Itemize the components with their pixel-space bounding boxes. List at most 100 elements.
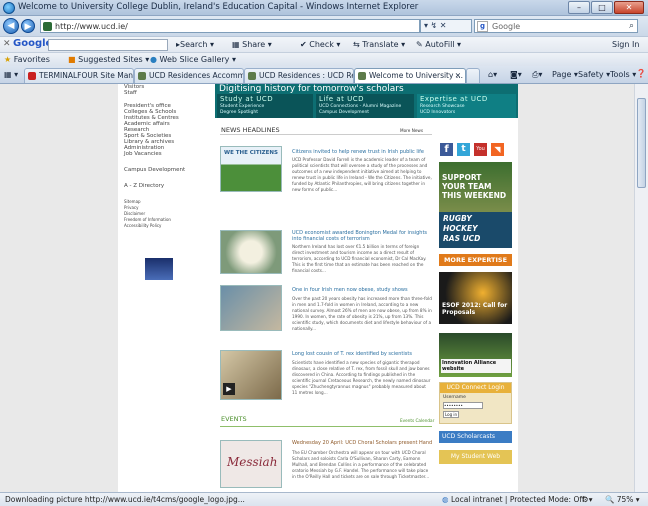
home-icon[interactable]: ⌂▾ bbox=[488, 70, 497, 79]
window-title: Welcome to University College Dublin, Ir… bbox=[18, 2, 419, 12]
crest-image[interactable] bbox=[145, 258, 173, 280]
favorites-button[interactable]: ★ Favorites bbox=[4, 55, 50, 64]
news-image-citizens[interactable]: WE THE CITIZENS bbox=[220, 146, 282, 192]
events-calendar-link[interactable]: Events Calendar bbox=[400, 418, 434, 423]
news-title-3[interactable]: One in four Irish men now obese, study s… bbox=[292, 287, 432, 293]
events-heading: EVENTS bbox=[221, 415, 247, 423]
event-image-messiah[interactable]: Messiah bbox=[220, 440, 282, 488]
maximize-button[interactable]: □ bbox=[591, 1, 613, 14]
news-image-trex[interactable]: ▶ bbox=[220, 350, 282, 400]
protected-mode-icon[interactable]: ⚙▾ bbox=[582, 495, 593, 504]
news-body-4: Scientists have identified a new species… bbox=[292, 360, 431, 395]
more-expertise-button[interactable]: MORE EXPERTISE bbox=[439, 254, 512, 266]
news-title-2[interactable]: UCD economist awarded Bonington Medal fo… bbox=[292, 230, 432, 242]
status-bar: Downloading picture http://www.ucd.ie/t4… bbox=[0, 492, 648, 506]
tab-welcome-ucd[interactable]: Welcome to University ... ✕ bbox=[354, 68, 466, 83]
rss-icon[interactable]: ◥ bbox=[491, 143, 504, 156]
event-title[interactable]: Wednesday 20 April: UCD Choral Scholars … bbox=[292, 440, 432, 446]
degree-spotlight-link[interactable]: Degree Spotlight bbox=[220, 110, 258, 115]
tools-menu[interactable]: Tools ▾ bbox=[610, 70, 636, 79]
password-field[interactable]: •••••••• bbox=[443, 402, 483, 409]
suggested-sites-link[interactable]: ■ Suggested Sites ▾ bbox=[68, 55, 149, 64]
sports-box[interactable]: RUGBY HOCKEY RAS UCD bbox=[439, 212, 512, 248]
expertise-column: Expertise at UCD Research Showcase UCD I… bbox=[417, 94, 516, 118]
address-controls[interactable]: ▾ ↯ ✕ bbox=[420, 19, 472, 33]
help-icon[interactable]: ❓ bbox=[636, 69, 646, 78]
nav-accessibility[interactable]: Accessibility Policy bbox=[124, 223, 185, 229]
login-button[interactable]: Log in bbox=[443, 411, 459, 418]
signin-link[interactable]: Sign In bbox=[612, 40, 639, 49]
play-icon[interactable]: ▶ bbox=[223, 383, 235, 395]
feeds-icon[interactable]: ◙▾ bbox=[510, 70, 522, 79]
google-icon: g bbox=[477, 21, 488, 32]
scrollbar-thumb[interactable] bbox=[637, 98, 646, 188]
status-text: Downloading picture http://www.ucd.ie/t4… bbox=[5, 495, 245, 504]
share-button[interactable]: ▦ Share ▾ bbox=[232, 40, 272, 49]
news-title-1[interactable]: Citizens invited to help renew trust in … bbox=[292, 149, 432, 155]
autofill-button[interactable]: ✎ AutoFill ▾ bbox=[416, 40, 461, 49]
translate-label: Translate bbox=[362, 40, 399, 49]
zoom-control[interactable]: 🔍 75% ▾ bbox=[605, 495, 640, 504]
print-icon[interactable]: ⎙▾ bbox=[532, 70, 542, 80]
sport-hockey[interactable]: HOCKEY bbox=[443, 224, 480, 234]
suggested-sites-label: Suggested Sites bbox=[78, 55, 143, 64]
student-experience-link[interactable]: Student Experience bbox=[220, 104, 264, 109]
google-toolbar: ✕ Google ▸Search ▾ ▦ Share ▾ ✔ Check ▾ ⇆… bbox=[0, 36, 648, 52]
tab-ucd-residences[interactable]: UCD Residences : UCD Res... bbox=[244, 68, 354, 83]
youtube-icon[interactable]: You bbox=[474, 143, 487, 156]
search-label: Search bbox=[180, 40, 208, 49]
address-bar[interactable]: http://www.ucd.ie/ bbox=[40, 19, 420, 33]
username-label: Username bbox=[443, 395, 466, 400]
translate-button[interactable]: ⇆ Translate ▾ bbox=[353, 40, 405, 49]
news-title-4[interactable]: Long lost cousin of T. rex identified by… bbox=[292, 351, 432, 357]
tab-ucd-residences-accomm[interactable]: UCD Residences Accomm... bbox=[134, 68, 244, 83]
close-toolbar-icon[interactable]: ✕ bbox=[3, 39, 11, 49]
news-image-obesity[interactable] bbox=[220, 285, 282, 331]
page-menu[interactable]: Page ▾ bbox=[552, 70, 578, 79]
campus-dev-link[interactable]: Campus Development bbox=[319, 110, 369, 115]
esof-image[interactable]: ESOF 2012: Call for Proposals bbox=[439, 272, 512, 324]
sport-ras[interactable]: RAS UCD bbox=[443, 234, 480, 244]
scholarcasts-button[interactable]: UCD Scholarcasts bbox=[439, 431, 512, 443]
support-team-box[interactable]: SUPPORT YOUR TEAM THIS WEEKEND bbox=[439, 162, 512, 212]
vertical-scrollbar[interactable] bbox=[634, 84, 648, 492]
sport-rugby[interactable]: RUGBY bbox=[443, 214, 480, 224]
search-icon[interactable]: ⌕ bbox=[629, 21, 634, 31]
news-image-medal[interactable] bbox=[220, 230, 282, 274]
new-tab-button[interactable] bbox=[466, 68, 480, 83]
star-icon: ★ bbox=[4, 55, 12, 64]
web-slice-link[interactable]: ● Web Slice Gallery ▾ bbox=[150, 55, 236, 64]
tab-label: Welcome to University ... bbox=[369, 71, 463, 80]
check-button[interactable]: ✔ Check ▾ bbox=[300, 40, 340, 49]
quick-tabs-icon[interactable]: ▦ ▾ bbox=[4, 70, 18, 79]
check-label: Check bbox=[309, 40, 334, 49]
safety-menu[interactable]: Safety ▾ bbox=[578, 70, 610, 79]
student-web-button[interactable]: My Student Web bbox=[439, 450, 512, 464]
banner: Digitising history for tomorrow's schola… bbox=[215, 84, 518, 118]
minimize-button[interactable]: – bbox=[568, 1, 590, 14]
search-box[interactable]: g Google ⌕ bbox=[474, 19, 638, 33]
twitter-icon[interactable]: t bbox=[457, 143, 470, 156]
back-button[interactable]: ◀ bbox=[3, 18, 19, 34]
tab-terminalfour[interactable]: TERMINALFOUR Site Man... bbox=[24, 68, 134, 83]
tab-label: UCD Residences : UCD Res... bbox=[259, 71, 353, 80]
search-button[interactable]: ▸Search ▾ bbox=[176, 40, 214, 49]
ucd-innovators-link[interactable]: UCD Innovators bbox=[420, 110, 455, 115]
google-search-input[interactable] bbox=[48, 39, 168, 51]
security-zone[interactable]: ◍ Local intranet | Protected Mode: Off bbox=[442, 495, 585, 504]
connections-link[interactable]: UCD Connections - Alumni Magazine bbox=[319, 104, 401, 109]
research-showcase-link[interactable]: Research Showcase bbox=[420, 104, 465, 109]
facebook-icon[interactable]: f bbox=[440, 143, 453, 156]
events-divider bbox=[220, 426, 432, 427]
scholarcasts-label: UCD Scholarcasts bbox=[442, 433, 495, 440]
title-bar: Welcome to University College Dublin, Ir… bbox=[0, 0, 648, 16]
forward-button[interactable]: ▶ bbox=[21, 19, 35, 33]
page-menu-label: Page bbox=[552, 70, 572, 79]
tools-menu-label: Tools bbox=[610, 70, 630, 79]
nav-campus-development[interactable]: Campus Development bbox=[124, 167, 185, 173]
tab-close-icon[interactable]: ✕ bbox=[455, 69, 461, 82]
messiah-image-text: Messiah bbox=[227, 455, 278, 469]
innovation-alliance-box[interactable]: Innovation Alliance website bbox=[439, 333, 512, 377]
close-button[interactable]: ✕ bbox=[614, 1, 644, 14]
more-news-link[interactable]: More News bbox=[400, 128, 423, 133]
